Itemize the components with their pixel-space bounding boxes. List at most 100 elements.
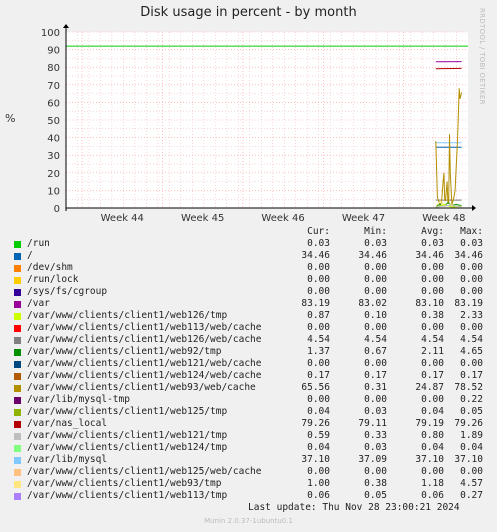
x-tick-label: Week 46	[261, 213, 304, 224]
legend-row: /var/www/clients/client1/web93/web/cache…	[10, 382, 486, 394]
rrdtool-credit: RRDTOOL / TOBI OETIKER	[478, 8, 486, 105]
legend-swatch	[14, 349, 21, 356]
legend-swatch	[14, 445, 21, 452]
legend-cur-value: 0.87	[307, 310, 330, 321]
legend-cur-value: 0.00	[307, 286, 330, 297]
legend-min-value: 79.11	[358, 418, 387, 429]
legend-max-value: 4.57	[460, 478, 483, 489]
y-axis-arrow	[63, 24, 69, 28]
legend-max-value: 34.46	[454, 250, 483, 261]
legend-cur-value: 0.00	[307, 466, 330, 477]
legend-label: /sys/fs/cgroup	[27, 286, 108, 297]
legend-max-value: 0.00	[460, 358, 483, 369]
legend-row: /34.46 34.46 34.46 34.46	[10, 250, 486, 262]
legend-min-value: 83.02	[358, 298, 387, 309]
legend-row: /sys/fs/cgroup 0.00 0.00 0.00 0.00	[10, 286, 486, 298]
legend-min-value: 0.03	[364, 238, 387, 249]
legend-max-value: 0.03	[460, 238, 483, 249]
legend-label: /var/www/clients/client1/web126/tmp	[27, 310, 228, 321]
legend-max-value: 37.10	[454, 454, 483, 465]
legend-cur-value: 0.00	[307, 262, 330, 273]
legend-row: /var/www/clients/client1/web121/tmp 0.59 0…	[10, 430, 486, 442]
legend-min-value: 0.00	[364, 394, 387, 405]
legend-row: /run/lock 0.00 0.00 0.00 0.00	[10, 274, 486, 286]
legend-label: /var/www/clients/client1/web93/web/cache	[27, 382, 256, 393]
legend-cur-value: 1.00	[307, 478, 330, 489]
y-tick-label: 60	[47, 98, 60, 109]
header-max: Max:	[460, 226, 483, 237]
legend-swatch	[14, 361, 21, 368]
legend-row: /var/lib/mysql 37.10 37.09 37.10 37.10	[10, 454, 486, 466]
header-min: Min:	[364, 226, 387, 237]
y-tick-label: 20	[47, 169, 60, 180]
x-tick-label: Week 45	[181, 213, 224, 224]
legend-min-value: 37.09	[358, 454, 387, 465]
legend-max-value: 0.17	[460, 370, 483, 381]
y-tick-label: 10	[47, 186, 60, 197]
legend-min-value: 0.33	[364, 430, 387, 441]
legend-max-value: 2.33	[460, 310, 483, 321]
y-tick-label: 40	[47, 134, 60, 145]
legend-min-value: 4.54	[364, 334, 387, 345]
legend-label: /var/www/clients/client1/web113/web/cach…	[27, 322, 262, 333]
y-tick-label: 70	[47, 81, 60, 92]
munin-version: Munin 2.0.37-1ubuntu0.1	[204, 517, 293, 525]
legend-max-value: 0.04	[460, 442, 483, 453]
legend-label: /var/www/clients/client1/web121/tmp	[27, 430, 228, 441]
legend-rows: /run 0.03 0.03 0.03 0.03/34.46 34.46 34.46 34.4…	[10, 238, 486, 502]
legend-row: /var/www/clients/client1/web92/tmp 1.37 0.…	[10, 346, 486, 358]
legend-min-value: 0.31	[364, 382, 387, 393]
legend-cur-value: 0.04	[307, 406, 330, 417]
y-tick-label: 0	[54, 204, 60, 215]
legend-max-value: 0.00	[460, 274, 483, 285]
legend-swatch	[14, 325, 21, 332]
y-tick-label: 50	[47, 116, 60, 127]
legend-label: /var/lib/mysql	[27, 454, 108, 465]
legend: Cur: Min: Avg: Max: /run 0.03 0.03 0.03 0.03…	[10, 226, 486, 502]
x-tick-label: Week 44	[101, 213, 144, 224]
legend-cur-value: 0.00	[307, 358, 330, 369]
legend-cur-value: 34.46	[301, 250, 330, 261]
legend-label: /var/www/clients/client1/web124/tmp	[27, 442, 228, 453]
legend-label: /var/www/clients/client1/web93/tmp	[27, 478, 222, 489]
legend-row: /var/www/clients/client1/web113/web/cach…	[10, 322, 486, 334]
x-axis-arrow	[472, 205, 476, 211]
legend-label: /var/www/clients/client1/web125/tmp	[27, 406, 228, 417]
legend-row: /var/lib/mysql-tmp 0.00 0.00 0.00 0.22	[10, 394, 486, 406]
legend-cur-value: 0.17	[307, 370, 330, 381]
legend-row: /run 0.03 0.03 0.03 0.03	[10, 238, 486, 250]
x-tick-labels: Week 44 Week 45 Week 46 Week 47 Week 48	[101, 213, 466, 224]
x-tick-label: Week 48	[422, 213, 465, 224]
legend-swatch	[14, 481, 21, 488]
legend-swatch	[14, 337, 21, 344]
legend-label: /dev/shm	[27, 262, 73, 273]
legend-cur-value: 79.26	[301, 418, 330, 429]
legend-max-value: 0.05	[460, 406, 483, 417]
legend-swatch	[14, 469, 21, 476]
legend-min-value: 0.00	[364, 358, 387, 369]
legend-cur-value: 4.54	[307, 334, 330, 345]
legend-max-value: 78.52	[454, 382, 483, 393]
legend-max-value: 83.19	[454, 298, 483, 309]
legend-max-value: 0.22	[460, 394, 483, 405]
legend-swatch	[14, 421, 21, 428]
legend-cur-value: 0.00	[307, 394, 330, 405]
y-tick-label: 80	[47, 63, 60, 74]
legend-swatch	[14, 313, 21, 320]
legend-max-value: 0.00	[460, 262, 483, 273]
legend-swatch	[14, 253, 21, 260]
legend-min-value: 0.38	[364, 478, 387, 489]
legend-cur-value: 0.04	[307, 442, 330, 453]
legend-label: /var/nas_local	[27, 418, 108, 429]
legend-row: /var/www/clients/client1/web125/tmp 0.04 0…	[10, 406, 486, 418]
legend-cur-value: 0.00	[307, 322, 330, 333]
legend-min-value: 0.05	[364, 490, 387, 501]
legend-label: /var/www/clients/client1/web113/tmp	[27, 490, 228, 501]
legend-max-value: 0.00	[460, 286, 483, 297]
legend-swatch	[14, 385, 21, 392]
x-tick-label: Week 47	[342, 213, 385, 224]
legend-label: /run	[27, 238, 50, 249]
legend-min-value: 0.03	[364, 442, 387, 453]
legend-min-value: 34.46	[358, 250, 387, 261]
legend-swatch	[14, 373, 21, 380]
